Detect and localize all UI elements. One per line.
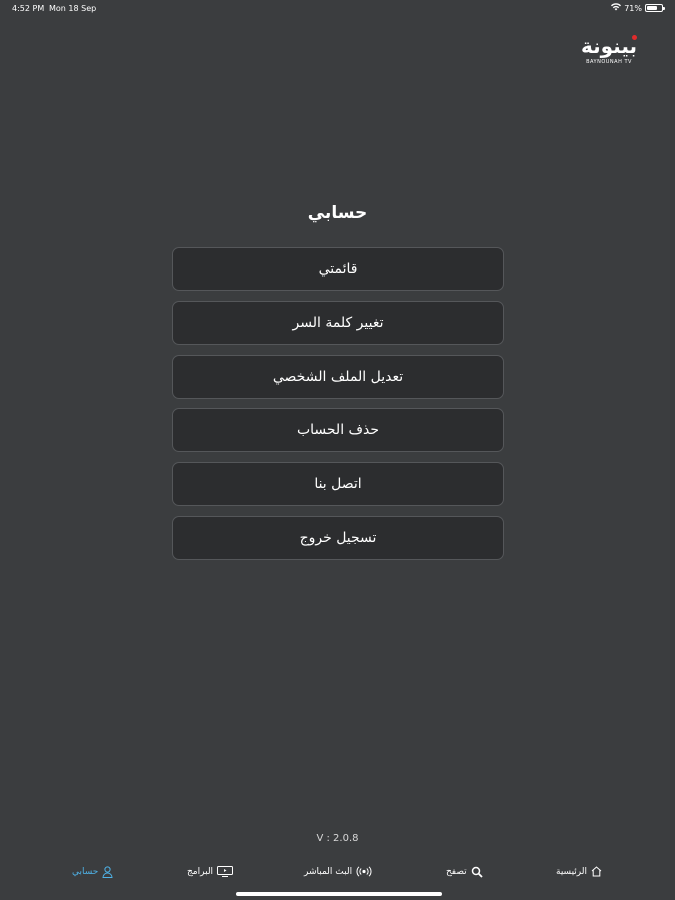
tab-live[interactable]: البث المباشر — [304, 866, 372, 877]
tab-account-label: حسابي — [72, 867, 99, 877]
user-icon — [102, 866, 113, 878]
app-version: V : 2.0.8 — [316, 833, 359, 844]
account-menu: قائمتي تغيير كلمة السر تعديل الملف الشخص… — [172, 247, 504, 570]
search-icon — [471, 866, 483, 878]
tab-live-label: البث المباشر — [304, 866, 353, 877]
tab-programs[interactable]: البرامج — [187, 866, 234, 877]
tab-home-label: الرئيسية — [556, 866, 587, 877]
status-time: 4:52 PM — [12, 4, 45, 13]
change-password-button[interactable]: تغيير كلمة السر — [172, 300, 504, 345]
logo-dot — [632, 35, 637, 40]
my-list-button[interactable]: قائمتي — [172, 247, 504, 291]
battery-percent: 71% — [624, 3, 642, 13]
tab-home[interactable]: الرئيسية — [556, 866, 602, 877]
logo-subtitle: BAYNOUNAH TV — [586, 59, 632, 65]
delete-account-button[interactable]: حذف الحساب — [172, 408, 504, 453]
status-date: Mon 18 Sep — [49, 4, 97, 13]
app-logo: بينونة BAYNOUNAH TV — [579, 35, 639, 65]
home-icon — [591, 866, 602, 877]
logout-button[interactable]: تسجيل خروج — [172, 515, 504, 560]
edit-profile-button[interactable]: تعديل الملف الشخصي — [172, 354, 504, 399]
battery-fill — [647, 6, 657, 10]
logo-text: بينونة — [580, 34, 637, 58]
tab-bar: الرئيسية تصفح البث المباشر البرامج حسابي — [0, 862, 675, 890]
status-indicators: 71% — [611, 3, 665, 13]
contact-us-button[interactable]: اتصل بنا — [172, 462, 504, 507]
wifi-icon — [611, 3, 622, 13]
home-indicator[interactable] — [236, 892, 442, 896]
tab-programs-label: البرامج — [187, 866, 214, 877]
battery-icon — [645, 4, 665, 12]
tab-browse-label: تصفح — [446, 867, 467, 877]
tv-icon — [217, 866, 234, 877]
tab-account[interactable]: حسابي — [72, 866, 113, 878]
status-bar: 4:52 PM Mon 18 Sep 71% — [0, 0, 675, 16]
tab-browse[interactable]: تصفح — [446, 866, 483, 878]
broadcast-icon — [356, 866, 372, 877]
page-title: حسابي — [307, 203, 368, 223]
